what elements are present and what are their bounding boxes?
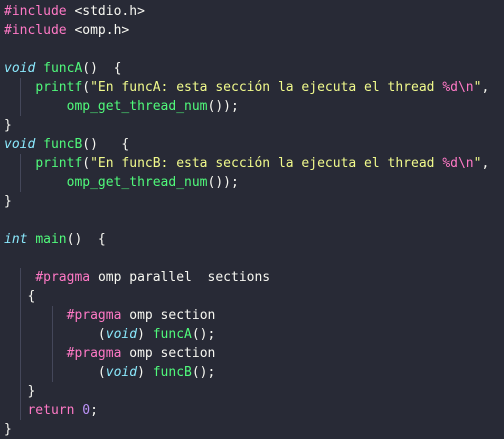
code-token: omp_get_thread_num: [66, 99, 208, 114]
code-line: #pragma omp section: [4, 344, 216, 363]
code-line: (void) funcB();: [4, 363, 215, 382]
code-line: printf("En funcA: esta sección la ejecut…: [4, 78, 489, 97]
code-token: ();: [191, 365, 216, 380]
code-token: #include: [4, 23, 75, 38]
code-line: omp_get_thread_num());: [4, 173, 239, 192]
code-token: printf: [35, 80, 83, 95]
code-line: }: [4, 116, 12, 135]
code-line: int main() {: [4, 230, 106, 249]
code-token: <stdio.h>: [74, 4, 145, 19]
code-token: () {: [66, 232, 106, 247]
code-token: }: [4, 384, 36, 399]
code-token: ();: [191, 327, 216, 342]
code-token: omp_get_thread_num: [66, 175, 208, 190]
code-token: {: [4, 289, 36, 304]
code-token: int: [4, 232, 28, 247]
code-token: ,: [481, 156, 490, 171]
code-token: ,: [481, 80, 490, 95]
code-token: ;: [90, 403, 98, 418]
code-token: }: [4, 118, 12, 133]
code-token: funcA: [43, 61, 83, 76]
code-token: %d\n: [442, 156, 474, 171]
code-token: %d\n: [442, 80, 474, 95]
code-token: ): [137, 365, 153, 380]
code-token: (: [82, 80, 91, 95]
code-token: }: [4, 422, 12, 437]
code-token: #pragma: [66, 308, 130, 323]
code-token: return: [27, 403, 75, 418]
code-token: void: [4, 137, 36, 152]
code-token: ): [137, 327, 153, 342]
code-token: omp section: [129, 346, 216, 361]
code-token: #include: [4, 4, 75, 19]
code-token: ());: [207, 99, 239, 114]
code-line: void funcA() {: [4, 59, 121, 78]
code-token: #pragma: [35, 270, 98, 285]
code-token: (: [4, 365, 106, 380]
code-line: #pragma omp parallel sections: [4, 268, 270, 287]
code-line: {: [4, 287, 35, 306]
code-token: "En funcA: esta sección la ejecuta el th…: [90, 80, 443, 95]
code-token: ());: [207, 175, 239, 190]
code-line: #pragma omp section: [4, 306, 216, 325]
code-token: void: [105, 327, 138, 342]
code-line: void funcB() {: [4, 135, 129, 154]
code-token: funcB: [43, 137, 83, 152]
code-token: funcA: [152, 327, 192, 342]
code-line: }: [4, 382, 35, 401]
code-token: () {: [82, 61, 122, 76]
code-token: funcB: [152, 365, 192, 380]
code-token: (: [4, 327, 106, 342]
code-token: void: [4, 61, 36, 76]
code-line: #include <stdio.h>: [4, 2, 145, 21]
code-editor[interactable]: #include <stdio.h> #include <omp.h> void f…: [0, 0, 504, 439]
code-line: }: [4, 192, 12, 211]
code-token: }: [4, 194, 12, 209]
code-token: void: [105, 365, 138, 380]
code-line: return 0;: [4, 401, 98, 420]
code-token: (: [82, 156, 91, 171]
code-token: omp section: [129, 308, 216, 323]
code-line: #include <omp.h>: [4, 21, 129, 40]
code-line: (void) funcA();: [4, 325, 215, 344]
code-line: }: [4, 420, 12, 439]
code-token: printf: [35, 156, 83, 171]
code-token: 0: [82, 403, 91, 418]
code-token: "En funcB: esta sección la ejecuta el th…: [90, 156, 443, 171]
code-token: main: [35, 232, 67, 247]
code-token: omp parallel sections: [97, 270, 271, 285]
code-token: () {: [82, 137, 130, 152]
code-token: <omp.h>: [74, 23, 130, 38]
code-line: omp_get_thread_num());: [4, 97, 239, 116]
code-line: printf("En funcB: esta sección la ejecut…: [4, 154, 489, 173]
code-token: #pragma: [66, 346, 130, 361]
